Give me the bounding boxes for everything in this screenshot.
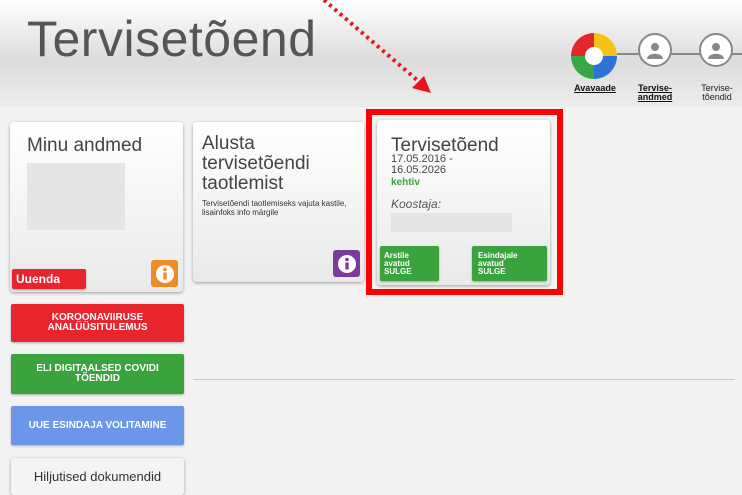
koroonaviiruse-analuusitulemus-button[interactable]: KOROONAVIIRUSE ANALÜÜSITULEMUS (11, 304, 184, 342)
alusta-title: Alusta tervisetõendi taotlemist (202, 133, 310, 194)
info-icon[interactable] (333, 250, 360, 277)
minu-andmed-tile[interactable]: Minu andmed Uuenda (10, 122, 183, 292)
eli-digitaalsed-covidi-toendid-button[interactable]: ELI DIGITAALSED COVIDI TÕENDID (11, 354, 184, 394)
avavaade-logo-icon[interactable] (569, 31, 619, 81)
nav-tervise-toendid-icon[interactable] (699, 33, 733, 67)
minu-andmed-title: Minu andmed (27, 135, 143, 156)
info-icon[interactable] (151, 260, 178, 287)
content-divider (193, 379, 735, 380)
hiljutised-dokumendid-button[interactable]: Hiljutised dokumendid (11, 458, 184, 495)
nav-tervise-andmed-link[interactable]: Tervise- andmed (633, 84, 677, 102)
uue-esindaja-volitamine-button[interactable]: UUE ESINDAJA VOLITAMINE (11, 406, 184, 445)
highlight-box (366, 109, 563, 295)
profile-photo-placeholder (27, 163, 125, 230)
nav-avavaade-link[interactable]: Avavaade (570, 84, 620, 93)
uuenda-button[interactable]: Uuenda (12, 269, 86, 289)
nav-tervise-toendid-link[interactable]: Tervise- tõendid (695, 84, 739, 102)
alusta-taotlemist-tile[interactable]: Alusta tervisetõendi taotlemist Terviset… (193, 122, 364, 282)
alusta-hint: Tervisetõendi taotlemiseks vajuta kastil… (202, 199, 347, 217)
nav-tervise-andmed-icon[interactable] (638, 33, 672, 67)
